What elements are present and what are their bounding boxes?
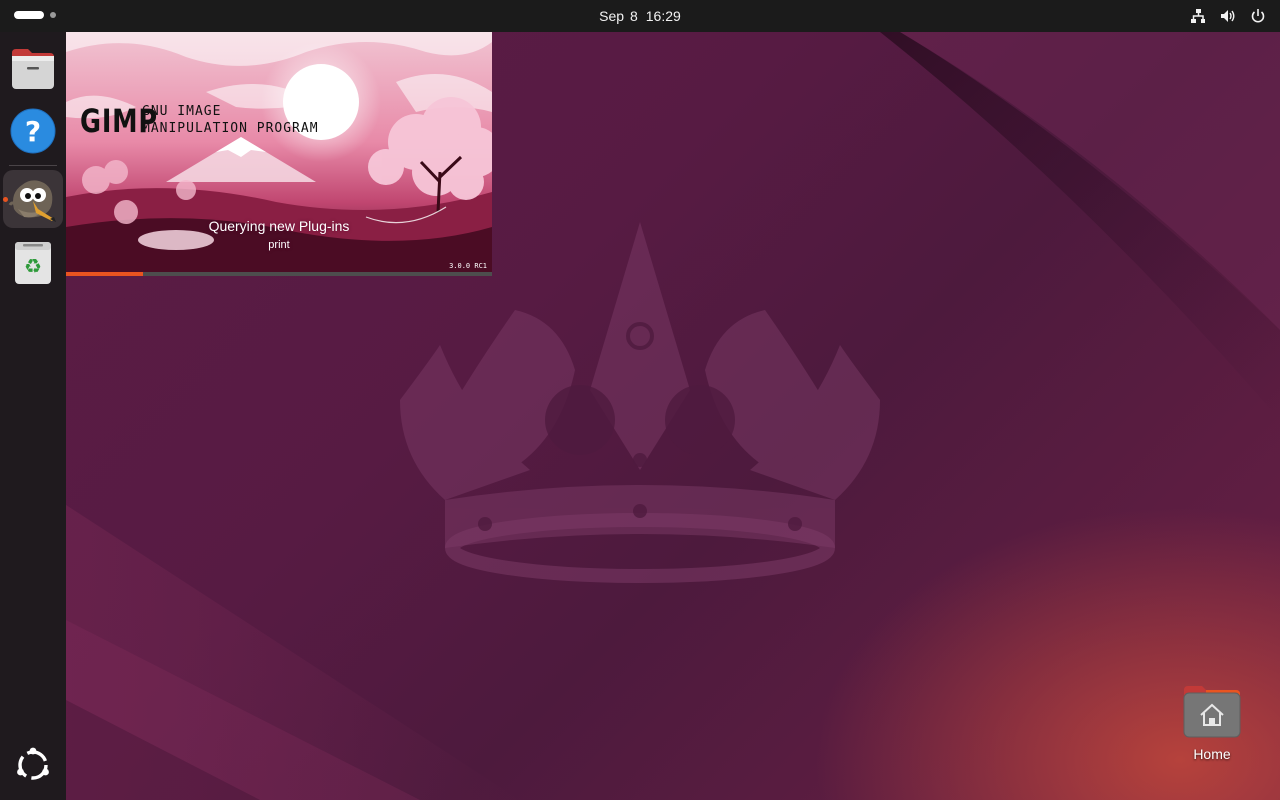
splash-detail-text: print (268, 239, 290, 251)
help-icon: ? (10, 108, 56, 154)
dock: ? ♻ (0, 32, 66, 800)
dock-item-files[interactable] (3, 40, 63, 98)
dock-item-gimp[interactable] (3, 170, 63, 228)
home-folder-icon (1183, 686, 1241, 738)
system-tray[interactable] (1190, 0, 1266, 32)
volume-icon[interactable] (1220, 8, 1236, 24)
time-label: 16:29 (645, 8, 681, 24)
gimp-splash-screen: GIMP GNU IMAGE MANIPULATION PROGRAM Quer… (66, 32, 492, 276)
dock-item-trash[interactable]: ♻ (3, 234, 63, 292)
trash-icon: ♻ (15, 242, 51, 284)
svg-text:♻: ♻ (24, 254, 42, 278)
desktop-icon-home-label: Home (1193, 746, 1231, 762)
svg-text:?: ? (25, 115, 41, 148)
gimp-icon (8, 180, 56, 222)
date-label: Sep 8 (599, 8, 638, 24)
splash-progress-fill (66, 272, 143, 276)
dock-item-help[interactable]: ? (3, 102, 63, 160)
splash-version-label: 3.0.0 RC1 (449, 262, 487, 270)
gimp-subtitle: GNU IMAGE MANIPULATION PROGRAM (142, 103, 319, 137)
gimp-running-indicator (3, 197, 8, 202)
gimp-subtitle-line-2: MANIPULATION PROGRAM (142, 121, 319, 136)
power-icon[interactable] (1250, 8, 1266, 24)
gimp-subtitle-line-1: GNU IMAGE (142, 104, 222, 119)
splash-progress-bar (66, 272, 492, 276)
date-time-button[interactable]: Sep 8 16:29 (0, 0, 1280, 32)
splash-status-text: Querying new Plug-ins (208, 218, 350, 234)
desktop-icon-home[interactable]: Home (1176, 682, 1248, 768)
dock-separator (9, 165, 57, 166)
ubuntu-logo-icon (17, 747, 49, 780)
network-icon[interactable] (1190, 8, 1206, 24)
folder-icon (12, 49, 54, 89)
top-bar: Sep 8 16:29 (0, 0, 1280, 32)
show-apps-button[interactable] (3, 736, 63, 794)
